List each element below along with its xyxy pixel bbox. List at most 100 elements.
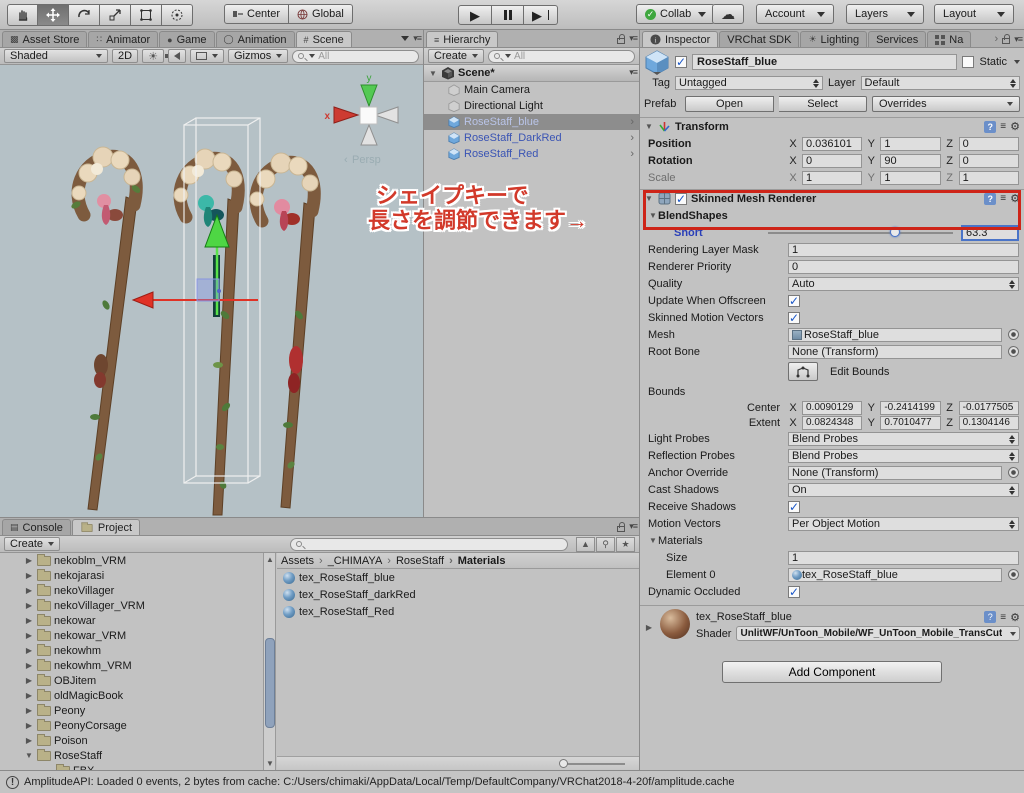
collapsed-arrow-icon[interactable]: ▶	[24, 631, 34, 640]
tab-game[interactable]: ●Game	[159, 31, 214, 47]
hierarchy-item-main-camera[interactable]: Main Camera	[424, 82, 639, 98]
object-picker-icon[interactable]	[1008, 467, 1019, 478]
rotation-x-field[interactable]: 0	[802, 154, 862, 168]
breadcrumb-materials[interactable]: Materials	[444, 555, 505, 567]
gameobject-name-field[interactable]: RoseStaff_blue	[692, 54, 957, 70]
static-dropdown-icon[interactable]	[1014, 60, 1020, 64]
tab-animator[interactable]: ∷Animator	[88, 31, 158, 47]
pause-button[interactable]	[492, 5, 524, 25]
breadcrumb-assets[interactable]: Assets	[281, 555, 314, 567]
account-dropdown[interactable]: Account	[756, 4, 834, 24]
tree-item[interactable]: ▶nekowar	[0, 613, 263, 628]
breadcrumb-rosestaff[interactable]: RoseStaff	[382, 555, 444, 567]
collapsed-arrow-icon[interactable]: ▶	[24, 661, 34, 670]
scene-expander-icon[interactable]: ▼	[428, 69, 438, 78]
motion-vectors-dropdown[interactable]: Per Object Motion	[788, 517, 1019, 531]
tree-item[interactable]: ▶nekoblm_VRM	[0, 553, 263, 568]
search-by-label-icon[interactable]: ⚲	[596, 537, 615, 552]
tree-item[interactable]: ▶Peony	[0, 703, 263, 718]
transform-expander-icon[interactable]: ▼	[644, 122, 654, 131]
scale-y-field[interactable]: 1	[880, 171, 940, 185]
rendering-layer-mask-field[interactable]: 1	[788, 243, 1019, 257]
collapsed-arrow-icon[interactable]: ▶	[24, 736, 34, 745]
collapsed-arrow-icon[interactable]: ▶	[24, 706, 34, 715]
object-picker-icon[interactable]	[1008, 569, 1019, 580]
prefab-chevron-icon[interactable]: ›	[630, 148, 634, 160]
preset-icon[interactable]	[1000, 193, 1006, 204]
tab-console[interactable]: ▤Console	[2, 519, 71, 535]
tree-item[interactable]: ▶nekowhm_VRM	[0, 658, 263, 673]
rect-tool-icon[interactable]	[131, 4, 162, 26]
layers-dropdown[interactable]: Layers	[846, 4, 924, 24]
prefab-chevron-icon[interactable]: ›	[630, 132, 634, 144]
receive-shadows-checkbox[interactable]	[788, 501, 800, 513]
search-by-type-icon[interactable]: ▲	[576, 537, 595, 552]
tab-scene[interactable]: #Scene	[296, 31, 352, 47]
help-icon[interactable]	[984, 611, 996, 623]
position-x-field[interactable]: 0.036101	[802, 137, 862, 151]
tag-dropdown[interactable]: Untagged	[675, 76, 823, 90]
expanded-arrow-icon[interactable]: ▼	[24, 751, 34, 760]
asset-item[interactable]: tex_RoseStaff_blue	[277, 570, 639, 586]
light-probes-dropdown[interactable]: Blend Probes	[788, 432, 1019, 446]
edit-bounds-button[interactable]	[788, 362, 818, 381]
help-icon[interactable]	[984, 193, 996, 205]
lock-icon[interactable]	[617, 526, 625, 532]
collapsed-arrow-icon[interactable]: ▶	[24, 691, 34, 700]
collapsed-arrow-icon[interactable]: ▶	[24, 676, 34, 685]
status-bar[interactable]: AmplitudeAPI: Loaded 0 events, 2 bytes f…	[0, 770, 1024, 793]
transform-header[interactable]: ▼ Transform	[640, 117, 1024, 135]
blendshape-short-slider[interactable]	[768, 232, 953, 234]
position-y-field[interactable]: 1	[880, 137, 940, 151]
panel-menu-icon[interactable]: ▾≡	[413, 33, 421, 44]
hierarchy-create-dropdown[interactable]: Create	[428, 49, 484, 63]
collapsed-arrow-icon[interactable]: ▶	[24, 571, 34, 580]
active-checkbox[interactable]	[675, 56, 687, 68]
hierarchy-item-rosestaff-blue[interactable]: RoseStaff_blue ›	[424, 114, 639, 130]
tab-inspector[interactable]: i Inspector	[642, 31, 718, 47]
tab-lighting[interactable]: ☀Lighting	[800, 31, 867, 47]
element0-object-field[interactable]: tex_RoseStaff_blue	[788, 568, 1002, 582]
object-picker-icon[interactable]	[1008, 346, 1019, 357]
smr-enabled-checkbox[interactable]	[675, 193, 687, 205]
tree-item-rosestaff[interactable]: ▼RoseStaff	[0, 748, 263, 763]
static-checkbox[interactable]	[962, 56, 974, 68]
update-when-offscreen-checkbox[interactable]	[788, 295, 800, 307]
quality-dropdown[interactable]: Auto	[788, 277, 1019, 291]
extent-x-field[interactable]: 0.0824348	[802, 416, 862, 430]
tab-navigation[interactable]: Na	[927, 31, 971, 47]
prefab-chevron-icon[interactable]: ›	[630, 116, 634, 128]
tree-item-fbx[interactable]: FBX	[0, 763, 263, 770]
hierarchy-search-input[interactable]: All	[488, 50, 635, 63]
collapsed-arrow-icon[interactable]: ▶	[24, 601, 34, 610]
lighting-toggle[interactable]: ☀	[142, 49, 164, 63]
prefab-select-button[interactable]: Select	[779, 96, 867, 112]
gear-icon[interactable]	[1010, 120, 1020, 133]
materials-row[interactable]: ▼ Materials	[640, 532, 1024, 549]
tab-asset-store[interactable]: ▩Asset Store	[2, 31, 87, 47]
tab-vrchat-sdk[interactable]: VRChat SDK	[719, 31, 799, 47]
asset-item[interactable]: tex_RoseStaff_darkRed	[277, 587, 639, 603]
center-z-field[interactable]: -0.0177505	[959, 401, 1019, 415]
tree-item[interactable]: ▶OBJitem	[0, 673, 263, 688]
material-expander-icon[interactable]: ▶	[644, 623, 654, 632]
preset-icon[interactable]	[1000, 612, 1006, 623]
rotate-tool-icon[interactable]	[69, 4, 100, 26]
rotation-z-field[interactable]: 0	[959, 154, 1019, 168]
project-search-input[interactable]	[290, 538, 568, 551]
panel-menu-icon[interactable]: ▾≡	[1014, 34, 1022, 45]
position-z-field[interactable]: 0	[959, 137, 1019, 151]
cast-shadows-dropdown[interactable]: On	[788, 483, 1019, 497]
hierarchy-item-rosestaff-darkred[interactable]: RoseStaff_DarkRed ›	[424, 130, 639, 146]
anchor-override-object-field[interactable]: None (Transform)	[788, 466, 1002, 480]
transform-tool-icon[interactable]	[162, 4, 193, 26]
blendshapes-expander-icon[interactable]: ▼	[648, 211, 658, 220]
effects-dropdown[interactable]	[190, 49, 224, 63]
collapsed-arrow-icon[interactable]: ▶	[24, 721, 34, 730]
reflection-probes-dropdown[interactable]: Blend Probes	[788, 449, 1019, 463]
lock-icon[interactable]	[617, 38, 625, 44]
cloud-button[interactable]: ☁	[712, 4, 744, 24]
tree-item[interactable]: ▶nekowhm	[0, 643, 263, 658]
object-picker-icon[interactable]	[1008, 329, 1019, 340]
tree-item[interactable]: ▶nekojarasi	[0, 568, 263, 583]
